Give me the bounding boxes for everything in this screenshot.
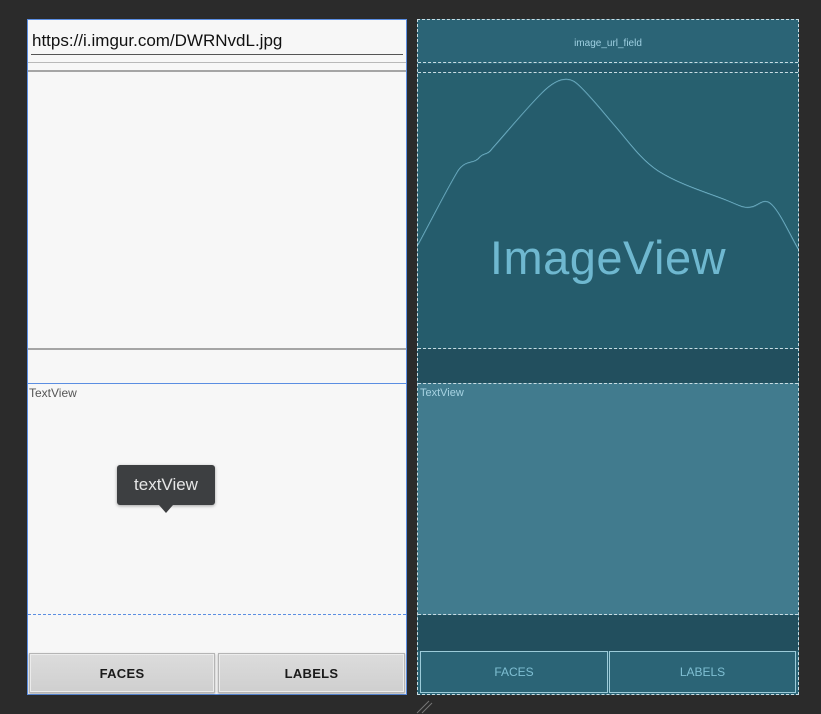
image-view-area[interactable] bbox=[28, 72, 406, 348]
labels-button[interactable]: LABELS bbox=[218, 653, 405, 693]
design-preview-panel[interactable]: https://i.imgur.com/DWRNvdL.jpg TextView… bbox=[27, 19, 407, 695]
blueprint-strip bbox=[418, 64, 798, 72]
text-view-tooltip: textView bbox=[117, 465, 215, 505]
url-input-underline bbox=[31, 54, 403, 55]
blueprint-image-view[interactable]: ImageView bbox=[418, 72, 798, 349]
resize-handle-icon[interactable] bbox=[415, 699, 433, 714]
image-view-label: ImageView bbox=[489, 231, 727, 284]
image-url-input[interactable]: https://i.imgur.com/DWRNvdL.jpg bbox=[32, 31, 282, 51]
blueprint-faces-button[interactable]: FACES bbox=[420, 651, 608, 693]
blueprint-gap bbox=[418, 349, 798, 383]
text-view-area[interactable] bbox=[28, 383, 406, 615]
text-view-label: TextView bbox=[29, 386, 77, 400]
tooltip-arrow bbox=[159, 505, 173, 513]
blueprint-text-view[interactable]: TextView bbox=[418, 383, 798, 615]
blueprint-url-field[interactable]: image_url_field bbox=[418, 20, 798, 63]
blueprint-panel[interactable]: image_url_field ImageView TextView FACES… bbox=[417, 19, 799, 695]
separator bbox=[28, 62, 406, 63]
image-view-bottom-border bbox=[28, 348, 406, 350]
blueprint-text-view-label: TextView bbox=[420, 387, 464, 399]
blueprint-gap-lower bbox=[418, 615, 798, 651]
blueprint-labels-button[interactable]: LABELS bbox=[609, 651, 796, 693]
faces-button[interactable]: FACES bbox=[29, 653, 215, 693]
mountain-placeholder-icon bbox=[418, 78, 798, 348]
